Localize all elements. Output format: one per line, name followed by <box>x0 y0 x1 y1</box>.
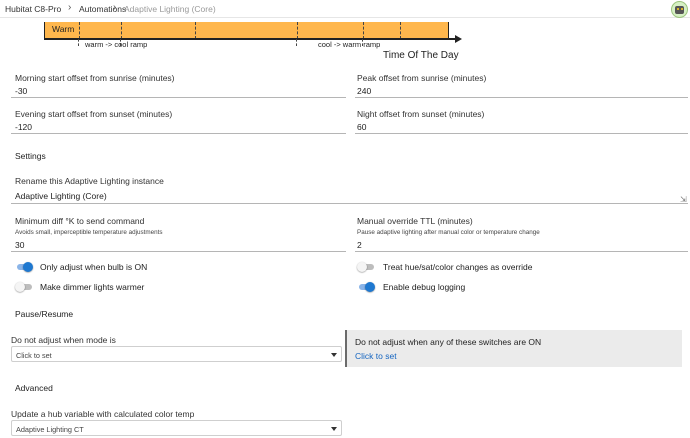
timeline-marker <box>121 22 122 39</box>
evening-offset-label: Evening start offset from sunset (minute… <box>15 109 173 119</box>
chevron-right-icon: › <box>68 2 72 13</box>
peak-offset-input[interactable]: 240 <box>357 86 371 96</box>
treat-hue-override-label: Treat hue/sat/color changes as override <box>383 262 533 272</box>
caret-down-icon <box>331 427 337 431</box>
hub-variable-label: Update a hub variable with calculated co… <box>11 409 195 419</box>
morning-offset-label: Morning start offset from sunrise (minut… <box>15 73 175 83</box>
top-bar: Hubitat C8-Pro › Automations › Adaptive … <box>0 0 690 18</box>
debug-logging-toggle[interactable] <box>357 282 375 292</box>
debug-logging-label: Enable debug logging <box>383 282 466 292</box>
rename-label: Rename this Adaptive Lighting instance <box>15 176 164 186</box>
timeline-tick <box>296 39 297 46</box>
peak-offset-label: Peak offset from sunrise (minutes) <box>357 73 487 83</box>
night-offset-underline <box>355 133 688 134</box>
time-axis-arrow-icon <box>455 34 462 43</box>
timeline-warm-band: Warm <box>44 22 449 39</box>
switches-panel: Do not adjust when any of these switches… <box>345 330 682 367</box>
hub-variable-select-value: Adaptive Lighting CT <box>16 424 84 434</box>
mode-select-value: Click to set <box>16 350 52 360</box>
robot-avatar-icon[interactable] <box>671 1 688 18</box>
breadcrumb-hub[interactable]: Hubitat C8-Pro <box>5 4 61 14</box>
breadcrumb-automations[interactable]: Automations <box>79 4 126 14</box>
only-adjust-when-on-toggle[interactable] <box>15 262 33 272</box>
switches-panel-title: Do not adjust when any of these switches… <box>355 337 542 347</box>
pause-resume-heading: Pause/Resume <box>15 309 74 319</box>
rename-underline <box>11 203 688 204</box>
advanced-heading: Advanced <box>15 383 53 393</box>
peak-offset-underline <box>355 97 688 98</box>
mode-select-label: Do not adjust when mode is <box>11 335 116 345</box>
chevron-right-icon: › <box>113 2 117 13</box>
hub-variable-select[interactable]: Adaptive Lighting CT <box>11 420 342 436</box>
night-offset-label: Night offset from sunset (minutes) <box>357 109 485 119</box>
ramp-label-warm-to-cool: warm -> cool ramp <box>85 40 148 49</box>
only-adjust-when-on-label: Only adjust when bulb is ON <box>40 262 148 272</box>
timeline-marker <box>79 22 80 39</box>
mindiff-input[interactable]: 30 <box>15 240 24 250</box>
timeline-marker <box>363 22 364 39</box>
morning-offset-underline <box>11 97 346 98</box>
resize-handle-icon[interactable]: ⇲ <box>680 195 687 204</box>
ttl-underline <box>355 251 688 252</box>
switches-click-to-set-link[interactable]: Click to set <box>355 351 397 361</box>
mode-select[interactable]: Click to set <box>11 346 342 362</box>
dimmer-warmer-toggle[interactable] <box>15 282 33 292</box>
ramp-label-cool-to-warm: cool -> warm ramp <box>318 40 381 49</box>
breadcrumb-current: Adaptive Lighting (Core) <box>124 4 216 14</box>
rename-input[interactable]: Adaptive Lighting (Core) <box>15 191 107 201</box>
timeline-band-label: Warm <box>52 24 75 34</box>
dimmer-warmer-label: Make dimmer lights warmer <box>40 282 145 292</box>
mindiff-label: Minimum diff °K to send command <box>15 216 145 226</box>
caret-down-icon <box>331 353 337 357</box>
morning-offset-input[interactable]: -30 <box>15 86 27 96</box>
timeline-marker <box>297 22 298 39</box>
evening-offset-underline <box>11 133 346 134</box>
timeline-axis-title: Time Of The Day <box>383 50 459 61</box>
mindiff-underline <box>11 251 346 252</box>
night-offset-input[interactable]: 60 <box>357 122 366 132</box>
mindiff-hint: Avoids small, imperceptible temperature … <box>15 229 163 236</box>
settings-heading: Settings <box>15 151 46 161</box>
evening-offset-input[interactable]: -120 <box>15 122 32 132</box>
timeline-marker <box>400 22 401 39</box>
timeline-marker <box>195 22 196 39</box>
treat-hue-override-toggle[interactable] <box>357 262 375 272</box>
ttl-label: Manual override TTL (minutes) <box>357 216 473 226</box>
timeline-tick <box>78 39 79 46</box>
ttl-hint: Pause adaptive lighting after manual col… <box>357 229 540 236</box>
ttl-input[interactable]: 2 <box>357 240 362 250</box>
